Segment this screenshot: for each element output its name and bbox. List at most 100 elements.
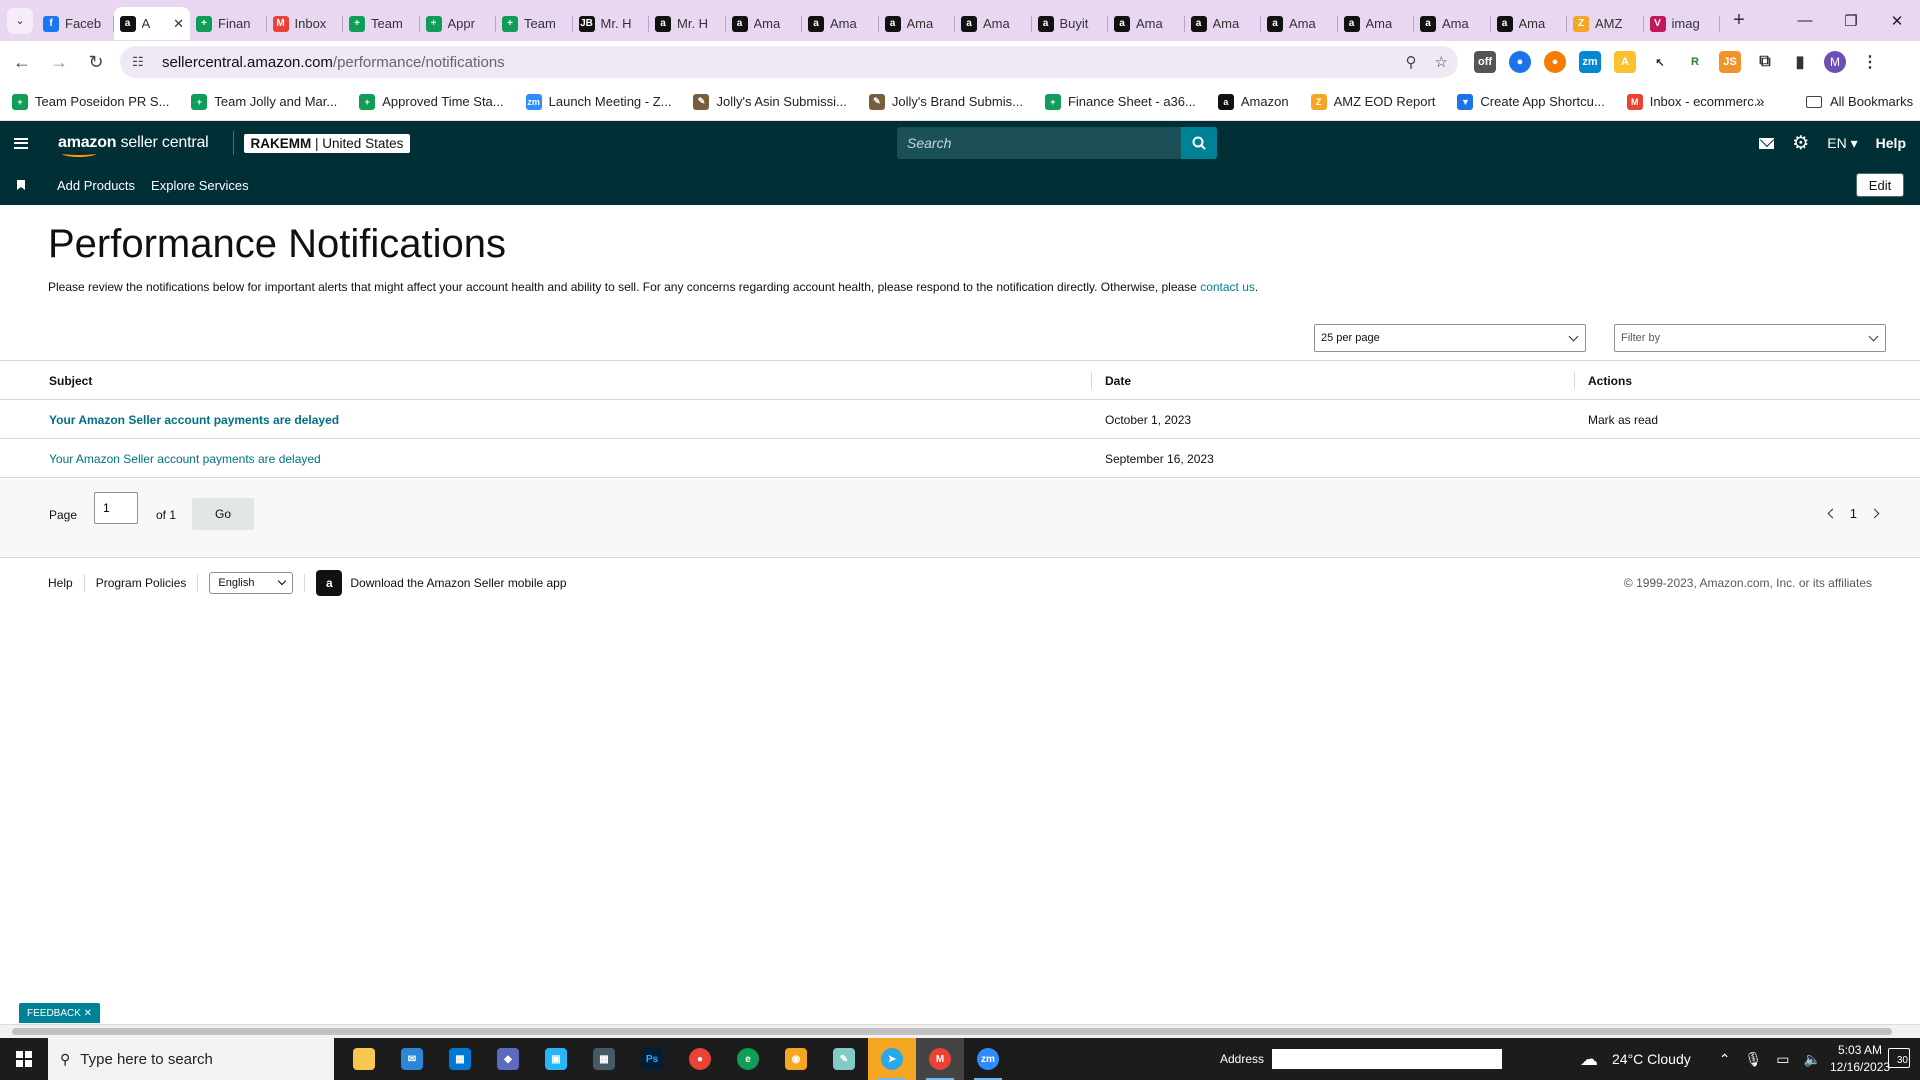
notification-subject-link[interactable]: Your Amazon Seller account payments are … bbox=[49, 400, 339, 439]
column-subject[interactable]: Subject bbox=[49, 361, 92, 400]
bookmark-item[interactable]: a Amazon bbox=[1217, 93, 1289, 110]
contact-us-link[interactable]: contact us bbox=[1200, 280, 1255, 294]
browser-tab[interactable]: a Ama bbox=[1414, 7, 1491, 40]
browser-tab[interactable]: a Ama bbox=[1108, 7, 1185, 40]
help-link[interactable]: Help bbox=[1876, 135, 1906, 151]
messages-button[interactable] bbox=[1759, 137, 1775, 149]
forward-icon[interactable]: → bbox=[44, 47, 74, 77]
browser-tab[interactable]: + Appr bbox=[420, 7, 497, 40]
browser-tab[interactable]: M Inbox bbox=[267, 7, 344, 40]
star-icon[interactable]: ☆ bbox=[1435, 53, 1448, 71]
browser-tab[interactable]: JB Mr. H bbox=[573, 7, 650, 40]
settings-gear-icon[interactable]: ⚙ bbox=[1792, 132, 1809, 155]
bookmark-item[interactable]: ✎ Jolly's Brand Submis... bbox=[868, 93, 1023, 110]
mark-as-read-action[interactable]: Mark as read bbox=[1588, 400, 1658, 439]
extension-off-icon[interactable]: off bbox=[1474, 51, 1496, 73]
tab-close-icon[interactable]: ✕ bbox=[173, 16, 184, 32]
filter-select[interactable]: Filter by bbox=[1614, 324, 1886, 352]
bookmark-item[interactable]: ✎ Jolly's Asin Submissi... bbox=[693, 93, 847, 110]
next-page-icon[interactable] bbox=[1869, 508, 1880, 519]
current-page[interactable]: 1 bbox=[1850, 506, 1857, 521]
taskbar-chrome-profile[interactable]: M bbox=[916, 1038, 964, 1080]
download-app-link[interactable]: Download the Amazon Seller mobile app bbox=[350, 576, 566, 590]
program-policies-link[interactable]: Program Policies bbox=[96, 576, 187, 590]
back-icon[interactable]: ← bbox=[7, 47, 37, 77]
bookmark-item[interactable]: zm Launch Meeting - Z... bbox=[525, 93, 671, 110]
taskbar-app-orange[interactable]: ◉ bbox=[772, 1038, 820, 1080]
browser-tab[interactable]: a Ama bbox=[1338, 7, 1415, 40]
menu-icon[interactable] bbox=[14, 137, 28, 149]
bookmark-item[interactable]: M Inbox - ecommerc... bbox=[1626, 93, 1765, 110]
bookmark-item[interactable]: + Team Jolly and Mar... bbox=[191, 93, 337, 110]
browser-tab[interactable]: + Team bbox=[343, 7, 420, 40]
browser-tab[interactable]: a Ama bbox=[1185, 7, 1262, 40]
browser-tab[interactable]: a Ama bbox=[955, 7, 1032, 40]
seller-central-logo[interactable]: amazon seller central bbox=[58, 134, 209, 157]
browser-tab[interactable]: f Faceb bbox=[37, 7, 114, 40]
start-button[interactable] bbox=[0, 1038, 48, 1080]
extension-orange-icon[interactable]: ● bbox=[1544, 51, 1566, 73]
extension-rs-icon[interactable]: R bbox=[1684, 51, 1706, 73]
edit-button[interactable]: Edit bbox=[1856, 173, 1904, 197]
restore-icon[interactable]: ❐ bbox=[1828, 0, 1874, 41]
address-bar[interactable]: ☷ sellercentral.amazon.com/performance/n… bbox=[120, 46, 1458, 78]
search-input[interactable]: Search bbox=[897, 127, 1181, 159]
extension-zm-icon[interactable]: zm bbox=[1579, 51, 1601, 73]
per-page-select[interactable]: 25 per page bbox=[1314, 324, 1586, 352]
search-button[interactable] bbox=[1181, 127, 1217, 159]
scrollbar-thumb[interactable] bbox=[12, 1028, 1892, 1035]
bookmark-item[interactable]: + Team Poseidon PR S... bbox=[12, 93, 169, 110]
horizontal-scrollbar[interactable] bbox=[0, 1024, 1920, 1038]
browser-tab[interactable]: a Ama bbox=[1491, 7, 1568, 40]
new-tab-icon[interactable]: + bbox=[1724, 6, 1754, 36]
previous-page-icon[interactable] bbox=[1827, 508, 1838, 519]
browser-tab[interactable]: a Ama bbox=[802, 7, 879, 40]
extensions-puzzle-icon[interactable]: ⧉ bbox=[1754, 51, 1776, 73]
tab-search-icon[interactable]: ⌄ bbox=[7, 7, 33, 34]
extension-cursor-icon[interactable]: ↖ bbox=[1649, 51, 1671, 73]
browser-tab[interactable]: Z AMZ bbox=[1567, 7, 1644, 40]
extension-blue-icon[interactable]: ● bbox=[1509, 51, 1531, 73]
bookmark-item[interactable]: Z AMZ EOD Report bbox=[1310, 93, 1435, 110]
clock[interactable]: 5:03 AM 12/16/2023 bbox=[1830, 1042, 1890, 1076]
extension-js-icon[interactable]: JS bbox=[1719, 51, 1741, 73]
weather-text[interactable]: 24°C Cloudy bbox=[1612, 1051, 1691, 1067]
taskbar-mail[interactable]: ✉ bbox=[388, 1038, 436, 1080]
reload-icon[interactable]: ↻ bbox=[81, 47, 111, 77]
all-bookmarks[interactable]: All Bookmarks bbox=[1806, 94, 1913, 109]
taskbar-file-explorer[interactable] bbox=[340, 1038, 388, 1080]
feedback-button[interactable]: FEEDBACK ✕ bbox=[19, 1003, 101, 1023]
bookmark-item[interactable]: ▼ Create App Shortcu... bbox=[1457, 93, 1605, 110]
browser-tab[interactable]: a Ama bbox=[726, 7, 803, 40]
browser-tab[interactable]: a Ama bbox=[1261, 7, 1338, 40]
browser-tab[interactable]: a Ama bbox=[879, 7, 956, 40]
taskbar-zoom[interactable]: zm bbox=[964, 1038, 1012, 1080]
taskbar-search[interactable]: ⚲ Type here to search bbox=[48, 1038, 334, 1080]
footer-language-select[interactable]: English bbox=[209, 572, 294, 594]
more-bookmarks-icon[interactable]: » bbox=[1756, 93, 1764, 110]
tray-chevron-icon[interactable]: ⌃ bbox=[1719, 1051, 1731, 1068]
taskbar-telegram[interactable]: ➤ bbox=[868, 1038, 916, 1080]
microphone-icon[interactable]: 🎙 bbox=[1744, 1051, 1762, 1068]
browser-tab[interactable]: a Mr. H bbox=[649, 7, 726, 40]
side-panel-icon[interactable]: ▮ bbox=[1789, 51, 1811, 73]
browser-tab[interactable]: a Buyit bbox=[1032, 7, 1109, 40]
go-button[interactable]: Go bbox=[192, 498, 254, 530]
taskbar-chrome[interactable]: ● bbox=[676, 1038, 724, 1080]
browser-tab[interactable]: a A ✕ bbox=[113, 7, 190, 40]
page-number-input[interactable] bbox=[94, 492, 138, 524]
weather-cloud-icon[interactable]: ☁ bbox=[1580, 1049, 1598, 1070]
browser-tab[interactable]: + Team bbox=[496, 7, 573, 40]
store-switcher[interactable]: RAKEMM | United States bbox=[243, 133, 411, 153]
browser-menu-icon[interactable]: ⋮ bbox=[1859, 51, 1881, 73]
bookmark-icon[interactable] bbox=[17, 180, 25, 190]
seller-app-icon[interactable]: a bbox=[316, 570, 343, 596]
footer-help-link[interactable]: Help bbox=[48, 576, 73, 590]
taskbar-copilot[interactable]: ◆ bbox=[484, 1038, 532, 1080]
profile-avatar[interactable]: M bbox=[1824, 51, 1846, 73]
site-info-icon[interactable]: ☷ bbox=[132, 54, 150, 70]
bookmark-item[interactable]: + Approved Time Sta... bbox=[359, 93, 504, 110]
taskbar-monitor[interactable]: ▣ bbox=[532, 1038, 580, 1080]
taskbar-edge[interactable]: e bbox=[724, 1038, 772, 1080]
nav-explore-services[interactable]: Explore Services bbox=[151, 178, 249, 193]
